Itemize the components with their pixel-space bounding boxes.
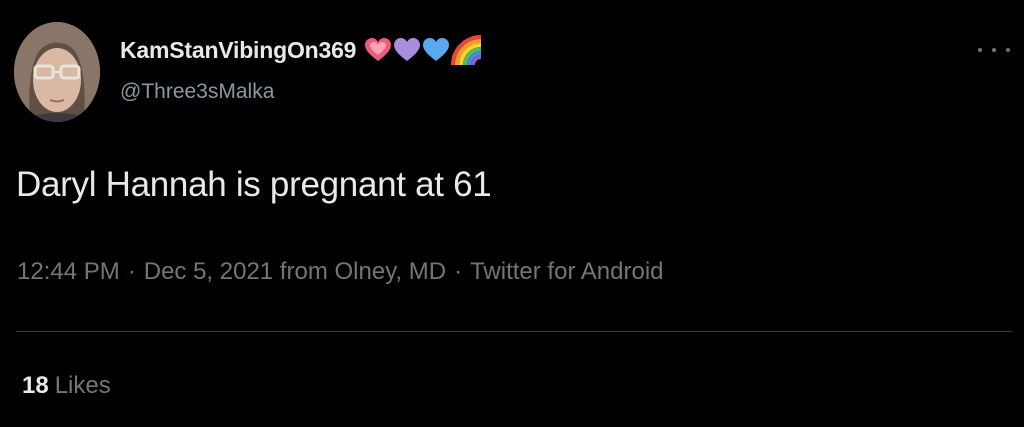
user-handle[interactable]: @Three3sMalka (120, 80, 274, 104)
name-emojis (364, 32, 483, 68)
tweet-card: KamStanVibingOn369 @Three3sMalka Daryl H… (0, 0, 1024, 427)
meta-separator: · (454, 258, 463, 285)
tweet-text: Daryl Hannah is pregnant at 61 (16, 165, 492, 204)
more-dot-icon (992, 48, 996, 52)
avatar[interactable] (14, 22, 100, 122)
likes-label: Likes (54, 372, 111, 399)
tweet-time[interactable]: 12:44 PM (17, 258, 120, 286)
tweet-date-location[interactable]: Dec 5, 2021 from Olney, MD (144, 258, 446, 286)
tweet-source[interactable]: Twitter for Android (470, 258, 663, 286)
more-dot-icon (1006, 48, 1010, 52)
likes-stat[interactable]: 18 Likes (22, 372, 111, 400)
display-name[interactable]: KamStanVibingOn369 (120, 37, 356, 64)
tweet-metadata: 12:44 PM · Dec 5, 2021 from Olney, MD · … (17, 258, 664, 286)
display-name-row: KamStanVibingOn369 (120, 32, 483, 68)
likes-count: 18 (22, 372, 49, 399)
divider (16, 331, 1012, 332)
sparkling-heart-icon (364, 37, 392, 63)
purple-heart-icon (393, 37, 421, 63)
meta-separator: · (127, 258, 136, 285)
rainbow-icon (451, 35, 483, 65)
blue-heart-icon (422, 37, 450, 63)
more-dot-icon (978, 48, 982, 52)
more-options-button[interactable] (978, 42, 1010, 58)
